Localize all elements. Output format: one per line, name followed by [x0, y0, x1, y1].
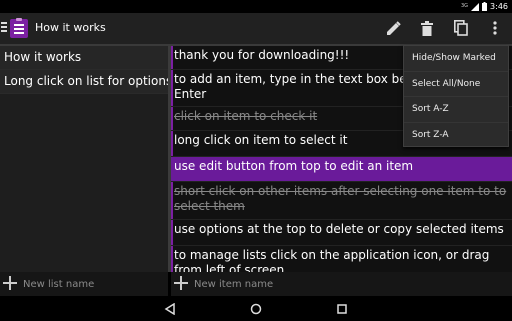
recents-button[interactable]	[334, 301, 350, 317]
new-item-bar	[171, 272, 512, 296]
item-text: thank you for downloading!!!	[174, 48, 350, 62]
list-item[interactable]: use options at the top to delete or copy…	[171, 220, 512, 246]
edit-button[interactable]	[384, 19, 402, 37]
item-text: long click on item to select it	[174, 133, 348, 147]
delete-icon	[421, 20, 433, 36]
overflow-menu-icon	[493, 21, 497, 35]
item-text: use options at the top to delete or copy…	[174, 222, 504, 236]
item-text: click on item to check it	[174, 109, 318, 123]
back-icon	[164, 303, 175, 315]
menu-item-sort-z-a[interactable]: Sort Z-A	[404, 123, 508, 149]
status-bar: 3G 3:46	[0, 0, 512, 13]
status-icons: 3G 3:46	[461, 0, 508, 13]
home-button[interactable]	[248, 301, 264, 317]
new-list-bar	[0, 272, 168, 296]
clock: 3:46	[490, 2, 508, 11]
menu-item-select-all-none[interactable]: Select All/None	[404, 72, 508, 97]
new-list-input[interactable]	[23, 276, 163, 292]
recents-icon	[337, 304, 347, 314]
delete-button[interactable]	[418, 19, 436, 37]
menu-item-hide-show-marked[interactable]: Hide/Show Marked	[404, 46, 508, 72]
system-nav-bar	[0, 296, 512, 321]
page-title: How it works	[35, 21, 106, 34]
add-item-icon[interactable]	[174, 276, 188, 290]
new-item-input[interactable]	[194, 276, 504, 292]
item-text: use edit button from top to edit an item	[174, 159, 414, 173]
list-drawer: How it works Long click on list for opti…	[0, 46, 168, 272]
list-item-how-it-works[interactable]: How it works	[0, 46, 168, 70]
network-type: 3G	[460, 3, 469, 9]
add-list-icon[interactable]	[3, 276, 17, 290]
list-item[interactable]: to manage lists click on the application…	[171, 246, 512, 272]
overflow-menu-button[interactable]	[486, 19, 504, 37]
copy-icon	[454, 20, 468, 36]
home-icon	[250, 303, 262, 315]
app-logo-icon[interactable]	[10, 18, 28, 38]
drawer-indicator-icon[interactable]	[1, 22, 7, 34]
edit-icon	[386, 20, 401, 35]
signal-icon	[471, 2, 480, 11]
item-text: to manage lists click on the application…	[174, 248, 490, 272]
battery-icon	[482, 2, 488, 11]
list-item-hint[interactable]: Long click on list for options.	[0, 70, 168, 94]
item-text: short click on other items after selecti…	[174, 184, 507, 213]
back-button[interactable]	[162, 301, 178, 317]
menu-item-sort-a-z[interactable]: Sort A-Z	[404, 97, 508, 123]
copy-button[interactable]	[452, 19, 470, 37]
action-bar: How it works	[0, 13, 512, 44]
list-item-selected[interactable]: use edit button from top to edit an item	[171, 157, 512, 182]
overflow-menu: Hide/Show Marked Select All/None Sort A-…	[403, 45, 509, 147]
list-item-checked[interactable]: short click on other items after selecti…	[171, 182, 512, 220]
